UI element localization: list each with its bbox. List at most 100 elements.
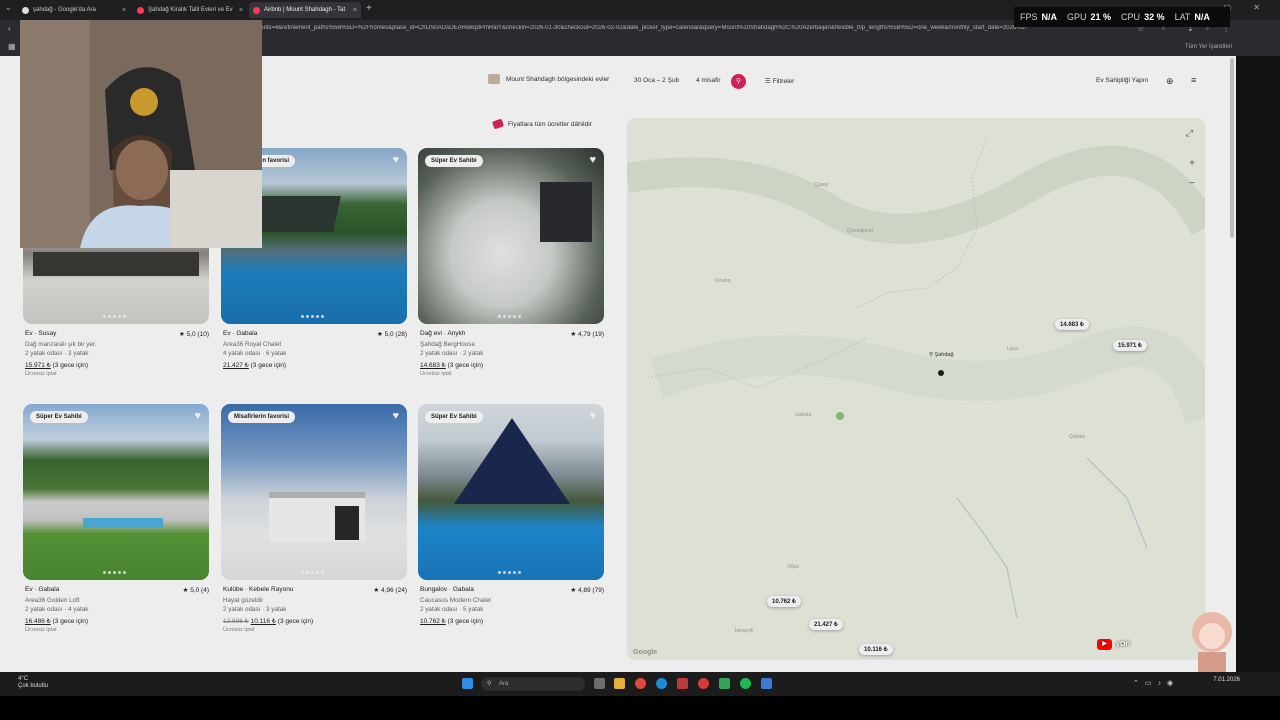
price-note: (3 gece için) xyxy=(275,618,314,625)
taskbar-search[interactable]: ⚲ Ara xyxy=(481,677,585,691)
price-value: 16.486 ₺ xyxy=(25,618,51,625)
app-icon[interactable] xyxy=(719,678,730,689)
user-menu-icon[interactable]: ≡ xyxy=(1191,75,1196,85)
listing-price[interactable]: 15.971 ₺ (3 gece için) xyxy=(25,361,88,369)
lat-value: N/A xyxy=(1194,12,1210,22)
listing-name: Hayat güzeldir xyxy=(223,597,264,604)
search-summary[interactable]: Mount Shahdagh bölgesindeki evler xyxy=(488,74,609,84)
free-cancel-text: Ücretsiz iptal xyxy=(25,627,57,633)
listing-price[interactable]: 21.427 ₺ (3 gece için) xyxy=(223,361,286,369)
host-link[interactable]: Ev Sahipliği Yapın xyxy=(1096,77,1148,84)
webcam-image xyxy=(20,20,262,248)
price-banner-text: Fiyatlara tüm ücretler dâhildir xyxy=(508,120,592,128)
tab-search-icon[interactable]: ⌄ xyxy=(5,3,12,12)
tab-google-search[interactable]: şahdağ - Google'da Ara × xyxy=(18,2,130,18)
zoom-in-icon[interactable]: + xyxy=(1189,154,1195,174)
tab-title: Şahdağ Kiralık Tatil Evleri ve Ev xyxy=(148,7,233,13)
photo-dots xyxy=(498,315,521,318)
price-note: (3 gece için) xyxy=(50,618,89,625)
listing-rooms: 2 yatak odası · 2 yatak xyxy=(420,350,484,357)
map-label: Qonaqkənd xyxy=(847,228,873,234)
price-note: (3 gece için) xyxy=(50,362,89,369)
listing-photo[interactable]: Süper Ev Sahibi ♥ xyxy=(23,404,209,580)
house-window xyxy=(335,506,359,540)
price-pin[interactable]: 15.971 ₺ xyxy=(1113,340,1147,351)
system-tray[interactable]: ⌃▭♪◉ xyxy=(1133,679,1179,687)
listing-price[interactable]: 10.762 ₺ (3 gece için) xyxy=(420,617,483,625)
new-tab-icon[interactable]: + xyxy=(366,3,372,14)
close-tab-icon[interactable]: × xyxy=(122,7,126,14)
clock-date: 7.01.2026 xyxy=(1213,677,1240,683)
tab-airbnb-active[interactable]: Airbnb | Mount Shahdagh - Tat × xyxy=(249,2,361,18)
price-note: (3 gece için) xyxy=(445,618,484,625)
back-icon[interactable]: ‹ xyxy=(8,25,16,33)
fps-value: N/A xyxy=(1041,12,1058,22)
weather-widget[interactable]: 4°C Çok bulutlu xyxy=(18,676,48,690)
listing-photo[interactable]: Süper Ev Sahibi ♥ xyxy=(418,148,604,324)
listing-title: Kulübe · Kebele Rayonu xyxy=(223,586,294,593)
edge-icon[interactable] xyxy=(656,678,667,689)
spotify-icon[interactable] xyxy=(740,678,751,689)
listing-name: Area36 Golden Loft xyxy=(25,597,80,604)
fullscreen-icon[interactable]: ⤢ xyxy=(1186,128,1193,139)
price-pin[interactable]: 10.762 ₺ xyxy=(767,596,801,607)
map-label: Qəbələ xyxy=(1069,434,1086,440)
search-button[interactable]: ⚲ xyxy=(731,74,746,89)
start-button-icon[interactable] xyxy=(462,678,473,689)
gpu-label: GPU xyxy=(1067,12,1087,22)
system-clock[interactable]: 7.01.2026 xyxy=(1213,677,1240,684)
weather-desc: Çok bulutlu xyxy=(18,683,49,689)
superhost-badge: Süper Ev Sahibi xyxy=(30,411,88,423)
wishlist-heart-icon[interactable]: ♥ xyxy=(392,410,399,422)
globe-icon[interactable]: ⊕ xyxy=(1166,76,1174,87)
task-view-icon[interactable] xyxy=(594,678,605,689)
wishlist-heart-icon[interactable]: ♥ xyxy=(589,154,596,166)
listing-price[interactable]: 14.683 ₺ (3 gece için) xyxy=(420,361,483,369)
all-bookmarks-link[interactable]: Tüm Yer İşaretleri xyxy=(1185,44,1232,50)
apps-icon[interactable]: ▦ xyxy=(8,43,16,51)
listing-title: Dağ evi · Anykh xyxy=(420,330,466,337)
price-note: (3 gece için) xyxy=(445,362,484,369)
map-label: Qusar xyxy=(815,182,829,188)
listing-rooms: 2 yatak odası · 3 yatak xyxy=(223,606,287,613)
wishlist-heart-icon[interactable]: ♥ xyxy=(392,154,399,166)
page-scrollbar[interactable] xyxy=(1230,58,1234,238)
price-pin[interactable]: 21.427 ₺ xyxy=(809,619,843,630)
listing-price[interactable]: 16.486 ₺ (3 gece için) xyxy=(25,617,88,625)
tab-airbnb-search[interactable]: Şahdağ Kiralık Tatil Evleri ve Ev × xyxy=(133,2,247,18)
filters-button[interactable]: ☰ Filtreler xyxy=(765,77,794,85)
zoom-out-icon[interactable]: − xyxy=(1189,174,1195,194)
map-terrain xyxy=(627,118,1205,660)
url-field[interactable]: ults=4&refinement_paths%5B%5D=%2Fhomes&p… xyxy=(262,25,1130,31)
wishlist-heart-icon[interactable]: ♥ xyxy=(589,410,596,422)
place-marker[interactable]: ⚲ Şahdağ xyxy=(929,352,954,358)
wishlist-heart-icon[interactable]: ♥ xyxy=(194,410,201,422)
listing-price[interactable]: 12.696 ₺ 10.116 ₺ (3 gece için) xyxy=(223,617,313,625)
price-pin[interactable]: 10.116 ₺ xyxy=(859,644,893,655)
file-explorer-icon[interactable] xyxy=(614,678,625,689)
listing-photo[interactable]: Misafirlerin favorisi ♥ xyxy=(221,404,407,580)
app-icon-active[interactable] xyxy=(677,678,688,689)
listing-photo[interactable]: Süper Ev Sahibi ♥ xyxy=(418,404,604,580)
map-label: Gabala xyxy=(795,412,812,418)
guests-text[interactable]: 4 misafir xyxy=(696,77,721,84)
price-banner[interactable]: Fiyatlara tüm ücretler dâhildir xyxy=(491,118,592,130)
filters-label: Filtreler xyxy=(772,78,795,85)
close-tab-icon[interactable]: × xyxy=(353,7,357,14)
opera-icon[interactable] xyxy=(698,678,709,689)
listing-rating: ★ 4,89 (79) xyxy=(570,587,604,594)
fps-label: FPS xyxy=(1020,12,1038,22)
pool xyxy=(83,518,163,528)
close-tab-icon[interactable]: × xyxy=(239,7,243,14)
superhost-badge: Süper Ev Sahibi xyxy=(425,411,483,423)
listing-name: Caucasus Modern Chalet xyxy=(420,597,492,604)
app-icon[interactable] xyxy=(761,678,772,689)
listing-name: Area36 Royal Chalet xyxy=(223,341,282,348)
chrome-icon[interactable] xyxy=(635,678,646,689)
a-frame-cabin xyxy=(454,418,570,504)
search-label: Ara xyxy=(499,681,509,687)
price-pin[interactable]: 14.683 ₺ xyxy=(1055,319,1089,330)
location-text[interactable]: Mount Shahdagh bölgesindeki evler xyxy=(506,76,609,83)
map-panel[interactable]: Qusar Qonaqkənd Xınalıq Laza Gabala Qəbə… xyxy=(627,118,1205,660)
dates-text[interactable]: 30 Oca – 2 Şub xyxy=(634,77,679,84)
